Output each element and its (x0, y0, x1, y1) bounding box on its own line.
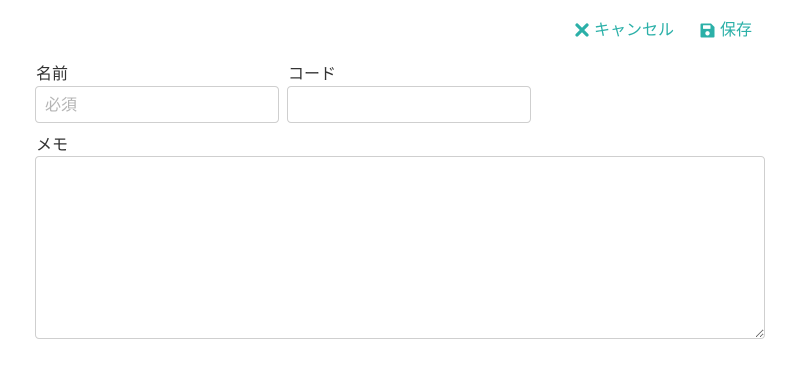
code-input[interactable] (287, 86, 531, 123)
memo-textarea[interactable] (35, 156, 765, 339)
save-button[interactable]: 保存 (700, 19, 752, 41)
cancel-button[interactable]: キャンセル (574, 19, 674, 41)
save-button-label: 保存 (719, 20, 752, 39)
edit-form-page: キャンセル 保存 名前 コード メモ (0, 0, 800, 374)
name-input[interactable] (35, 86, 279, 123)
code-label: コード (288, 64, 337, 83)
form-toolbar: キャンセル 保存 (574, 19, 752, 41)
floppy-disk-icon (700, 22, 716, 38)
name-label: 名前 (36, 64, 69, 83)
memo-label: メモ (36, 135, 69, 154)
cancel-button-label: キャンセル (593, 20, 674, 39)
close-icon (574, 22, 590, 38)
